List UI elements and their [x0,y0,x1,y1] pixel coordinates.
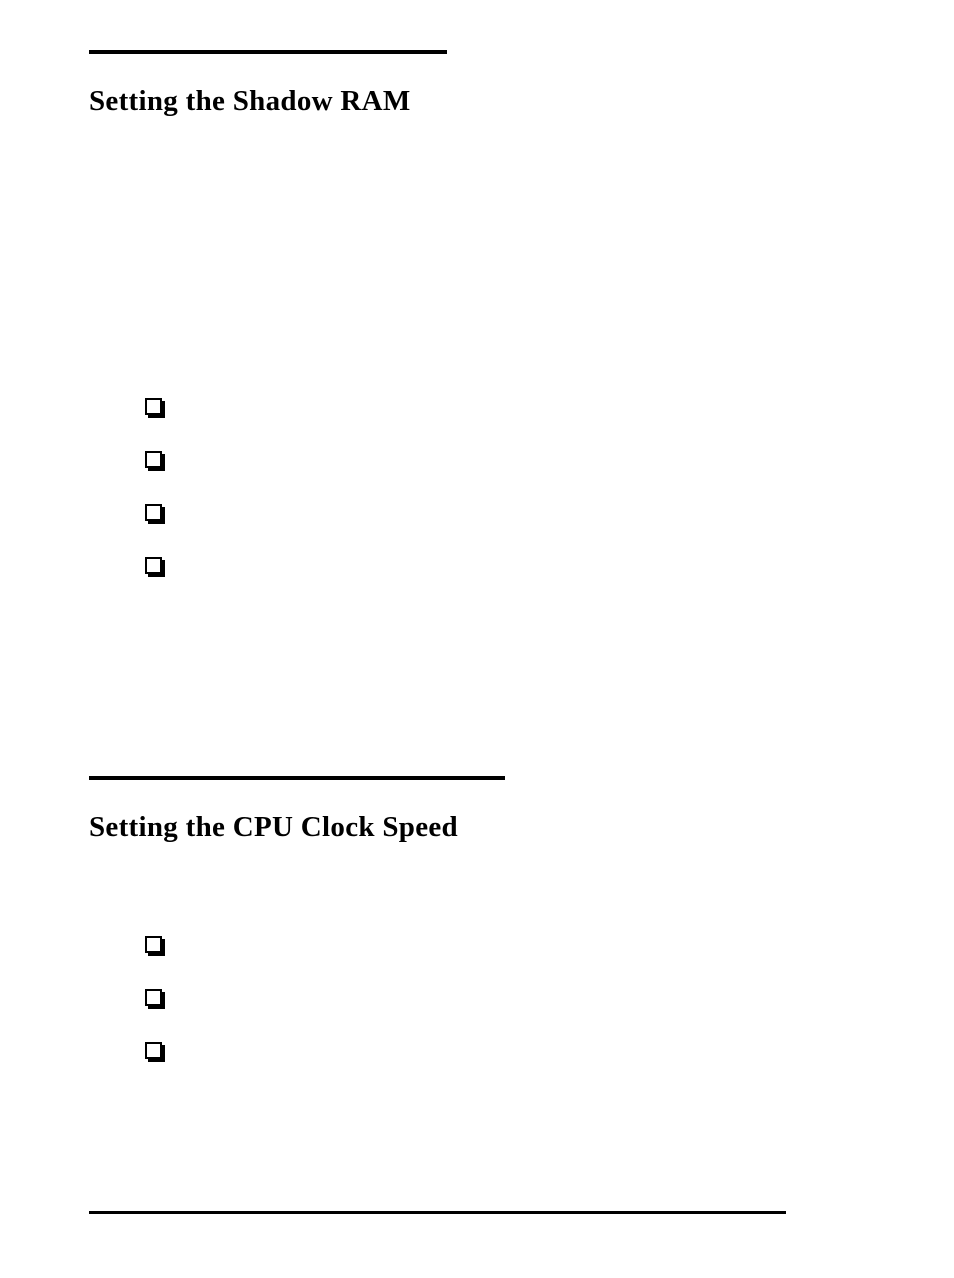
shadow-square-bullet-icon [145,936,162,953]
shadow-square-bullet-icon [145,1042,162,1059]
document-page: Setting the Shadow RAM Setting the CPU C… [0,0,954,1278]
list-item [0,987,954,1040]
list-item [0,502,954,555]
bullet-list-shadow-ram [0,396,954,608]
shadow-square-bullet-icon [145,557,162,574]
list-item [0,555,954,608]
shadow-square-bullet-icon [145,504,162,521]
list-item [0,1040,954,1093]
page-heading-shadow-ram: Setting the Shadow RAM [89,85,411,118]
section-rule-cpu-clock-speed [89,776,505,780]
list-item [0,934,954,987]
shadow-square-bullet-icon [145,451,162,468]
shadow-square-bullet-icon [145,989,162,1006]
bullet-list-cpu-clock-speed [0,934,954,1093]
page-heading-cpu-clock-speed: Setting the CPU Clock Speed [89,811,458,844]
list-item [0,396,954,449]
footer-rule [89,1211,786,1214]
list-item [0,449,954,502]
shadow-square-bullet-icon [145,398,162,415]
section-rule-shadow-ram [89,50,447,54]
